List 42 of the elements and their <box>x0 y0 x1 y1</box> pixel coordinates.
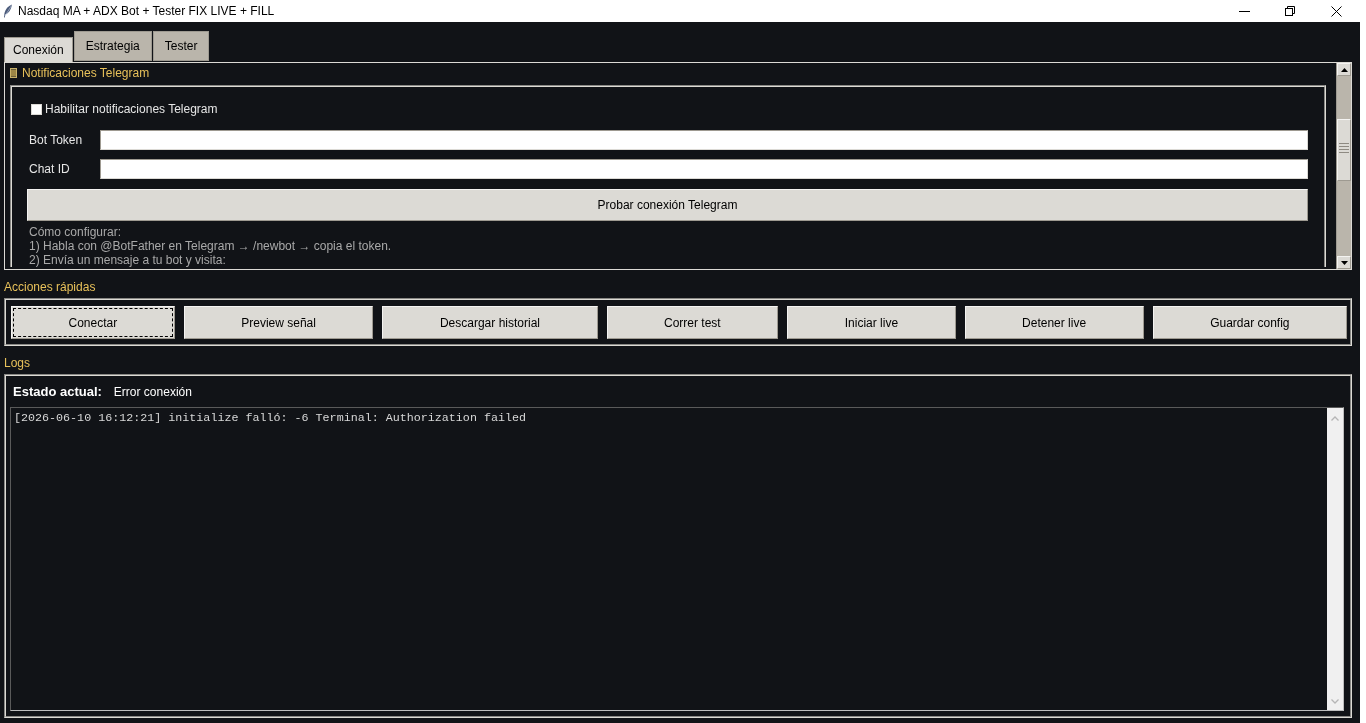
help-text: 2) Envía un mensaje a tu bot y visita: <box>29 253 226 267</box>
scrollbar[interactable] <box>1336 63 1351 269</box>
action-button[interactable]: Conectar <box>11 306 175 339</box>
action-button[interactable]: Guardar config <box>1152 306 1348 339</box>
field-label: Bot Token <box>29 133 84 147</box>
action-button[interactable]: Iniciar live <box>787 306 956 339</box>
restore-icon <box>1285 6 1295 16</box>
scroll-up-button[interactable] <box>1337 63 1351 76</box>
chevron-up-icon <box>1331 416 1339 421</box>
action-button[interactable]: Correr test <box>606 306 779 339</box>
tab[interactable]: Estrategia <box>73 31 152 61</box>
up-triangle-icon <box>1340 67 1348 72</box>
minimize-icon <box>1238 10 1250 12</box>
down-triangle-icon <box>1340 260 1348 265</box>
field-label: Chat ID <box>29 162 71 176</box>
log-line: [2026-06-10 16:12:21] initialize falló: -6 Terminal: Authorization failed <box>14 411 526 425</box>
tab[interactable]: Tester <box>152 31 210 61</box>
test-connection-button[interactable]: Probar conexión Telegram <box>27 189 1308 221</box>
section-title: Logs <box>4 356 31 370</box>
log-area[interactable]: [2026-06-10 16:12:21] initialize falló: -6 Terminal: Authorization failed <box>10 407 1344 711</box>
feather-icon <box>3 4 13 18</box>
action-button[interactable]: Descargar historial <box>382 306 598 339</box>
window-title: Nasdaq MA + ADX Bot + Tester FIX LIVE + FILL <box>18 4 275 18</box>
help-text: Cómo configurar: <box>29 225 122 239</box>
status-value: Error conexión <box>113 384 192 399</box>
grip-icon <box>10 68 17 78</box>
checkbox-label[interactable]: Habilitar notificaciones Telegram <box>45 102 218 116</box>
scroll-down-button[interactable] <box>1337 256 1351 269</box>
checkbox[interactable] <box>31 103 42 115</box>
action-button[interactable]: Preview señal <box>183 306 374 339</box>
text-field[interactable] <box>100 130 1308 150</box>
section-title: Notificaciones Telegram <box>22 66 150 80</box>
status-label: Estado actual: <box>13 384 102 399</box>
help-text: 1) Habla con @BotFather en Telegram → /newbot → copia el token. <box>29 239 392 253</box>
scrollbar-thumb[interactable] <box>1337 119 1351 181</box>
tab[interactable]: Conexión <box>4 37 73 62</box>
scrollbar[interactable] <box>1327 408 1343 710</box>
close-icon <box>1330 5 1342 17</box>
section-title: Acciones rápidas <box>4 280 96 294</box>
chevron-down-icon <box>1331 699 1339 704</box>
action-button[interactable]: Detener live <box>964 306 1144 339</box>
text-field[interactable] <box>100 159 1308 179</box>
